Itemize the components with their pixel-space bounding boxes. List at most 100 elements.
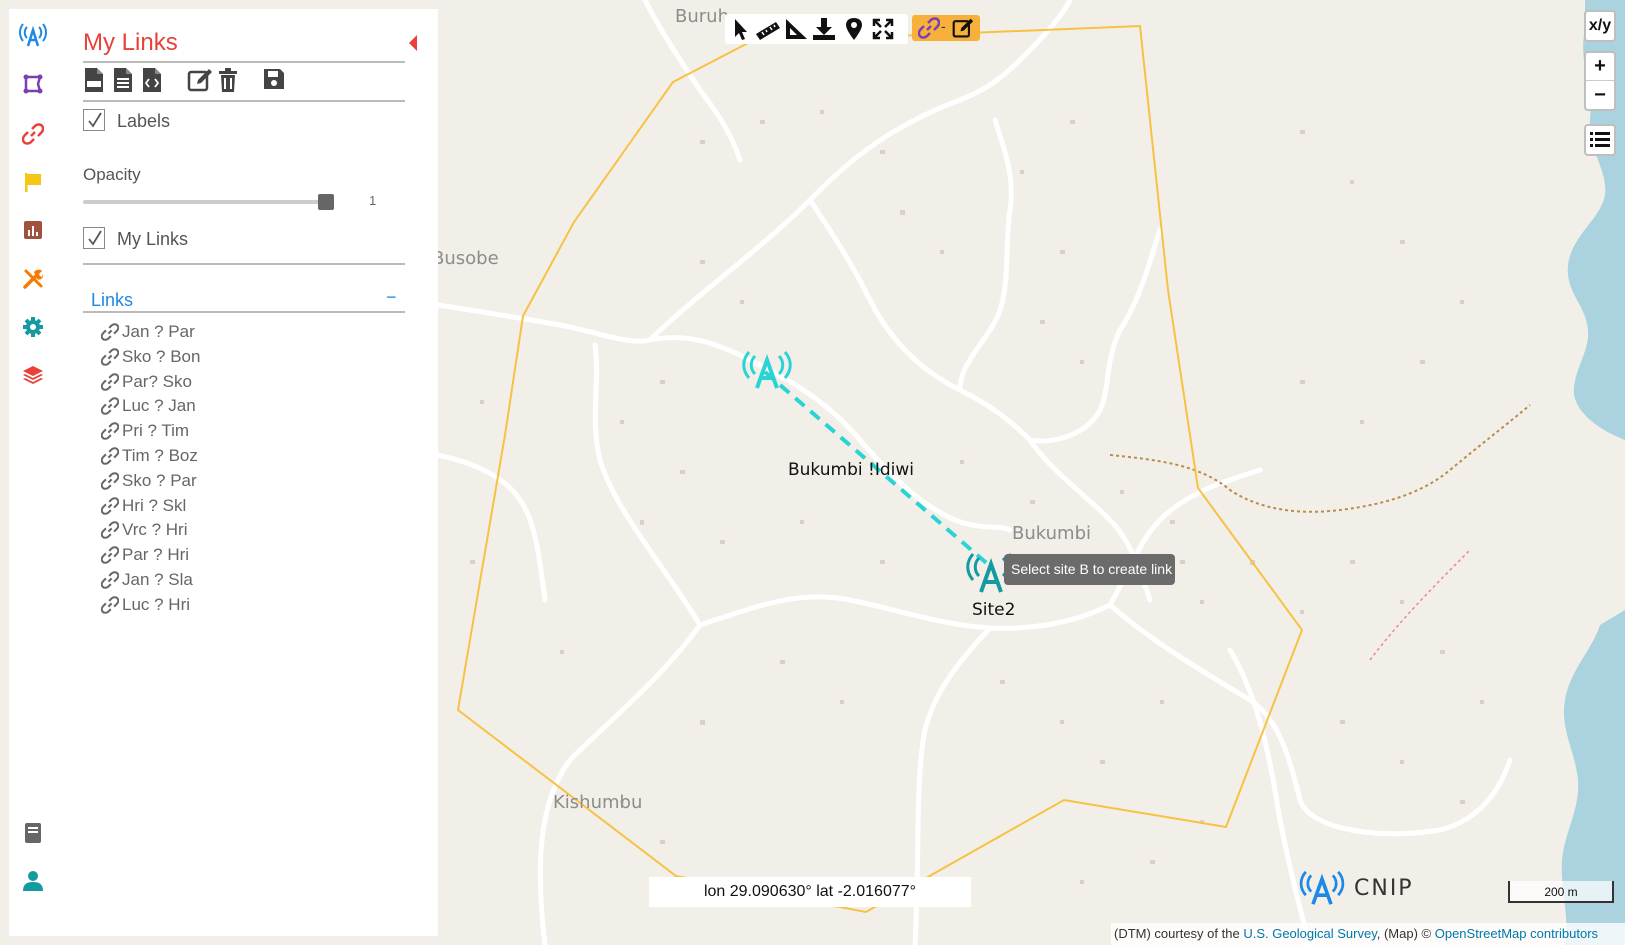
save-icon [264,69,284,89]
attribution-prefix: (DTM) courtesy of the [1114,926,1244,941]
export-text-button[interactable] [112,67,136,93]
link-icon [101,472,119,490]
export-code-button[interactable] [141,67,165,93]
link-list-item[interactable]: Sko ? Bon [101,347,200,367]
link-list-item[interactable]: Par ? Hri [101,545,189,565]
cursor-icon [735,19,747,40]
zoom-in-button[interactable]: + [1586,53,1614,82]
links-tab[interactable] [19,120,47,148]
edit-icon [952,18,974,38]
link-icon [101,546,119,564]
save-button[interactable] [262,67,286,93]
link-list-item[interactable]: Luc ? Hri [101,595,190,615]
antenna-icon [1299,870,1345,905]
gear-icon [23,317,43,337]
map-attribution: (DTM) courtesy of the U.S. Geological Su… [1111,923,1625,945]
link-list-item[interactable]: Hri ? Skl [101,496,186,516]
my-links-layer-label: My Links [117,229,189,249]
layers-tab[interactable] [19,361,47,389]
select-tool-button[interactable] [728,17,752,41]
links-collapse-button[interactable]: − [386,287,397,308]
labels-checkbox[interactable] [83,109,105,131]
link-icon [101,447,119,465]
place-label-bukumbi: Bukumbi [1012,523,1091,544]
separator-dash: - [941,18,946,34]
file-text-icon [114,68,132,92]
link-list-item[interactable]: Jan ? Par [101,322,195,342]
link-icon [101,422,119,440]
link-list-item[interactable]: Jan ? Sla [101,570,193,590]
check-icon [88,230,102,246]
link-list-item[interactable]: Sko ? Par [101,471,197,491]
user-icon [23,871,43,891]
link-icon [101,596,119,614]
layer-list-button[interactable] [1584,124,1616,156]
flag-icon [25,173,41,192]
link-icon [101,323,119,341]
link-icon [101,496,119,515]
check-icon [88,112,102,128]
link-icon [22,123,44,145]
download-tool-button[interactable] [812,17,836,41]
antenna-icon [742,351,792,389]
link-icon [101,571,119,589]
reports-tab[interactable] [19,216,47,244]
profile-tool-button[interactable] [784,17,808,41]
zoom-out-button[interactable]: − [1586,81,1614,109]
usgs-link[interactable]: U.S. Geological Survey [1243,926,1376,941]
osm-link[interactable]: OpenStreetMap contributors [1435,926,1598,941]
opacity-slider-handle[interactable] [318,194,334,210]
link-list-item-label: Jan ? Par [122,322,195,341]
antenna-icon [19,23,47,47]
delete-button[interactable] [217,67,241,93]
layers-icon [23,366,43,384]
chart-icon [24,221,42,239]
xy-coordinates-button[interactable]: x/y [1584,10,1616,42]
site-a-marker[interactable] [742,350,792,390]
expand-icon [872,18,894,40]
opacity-value: 1 [369,193,377,208]
edit-button[interactable] [187,67,212,93]
list-icon [1590,132,1610,147]
sites-tab[interactable] [19,21,47,49]
settings-tab[interactable] [19,313,47,341]
attribution-middle: , (Map) © [1376,926,1435,941]
link-list-item[interactable]: Luc ? Jan [101,396,196,416]
link-list-item[interactable]: Pri ? Tim [101,421,189,441]
site-b-label: Site2 [972,600,1016,620]
collapse-panel-button[interactable] [409,35,417,51]
link-list-item-label: Tim ? Boz [122,446,198,465]
flags-tab[interactable] [19,168,47,196]
opacity-slider-track[interactable] [83,200,327,204]
polygon-icon [23,74,43,94]
links-section-header[interactable]: Links [91,290,133,311]
link-icon [918,17,940,39]
link-edit-tool-button[interactable]: - [912,15,980,41]
link-list-item[interactable]: Tim ? Boz [101,446,198,466]
divider [83,263,405,265]
xy-button-label: x/y [1588,17,1612,34]
marker-tool-button[interactable] [842,17,866,41]
link-icon [101,397,119,416]
tools-tab[interactable] [19,265,47,293]
link-list-item-label: Pri ? Tim [122,421,190,441]
map-pin-icon [846,18,862,40]
link-icon [101,372,119,391]
link-list-item[interactable]: Par? Sko [101,372,192,392]
link-icon [101,348,119,366]
panel-title: My Links [83,29,178,56]
link-icon [101,521,119,540]
divider [83,311,405,313]
zoom-control: + − [1584,51,1616,111]
measure-tool-button[interactable] [755,17,780,41]
link-list-item[interactable]: Vrc ? Hri [101,520,188,540]
tools-icon [23,269,44,289]
fullscreen-tool-button[interactable] [871,17,895,41]
export-csv-button[interactable] [83,67,107,93]
docs-tab[interactable] [19,819,47,847]
book-icon [25,823,41,843]
user-tab[interactable] [19,867,47,895]
trash-icon [219,68,237,92]
my-links-layer-checkbox[interactable] [83,227,105,249]
coverage-tab[interactable] [19,70,47,98]
